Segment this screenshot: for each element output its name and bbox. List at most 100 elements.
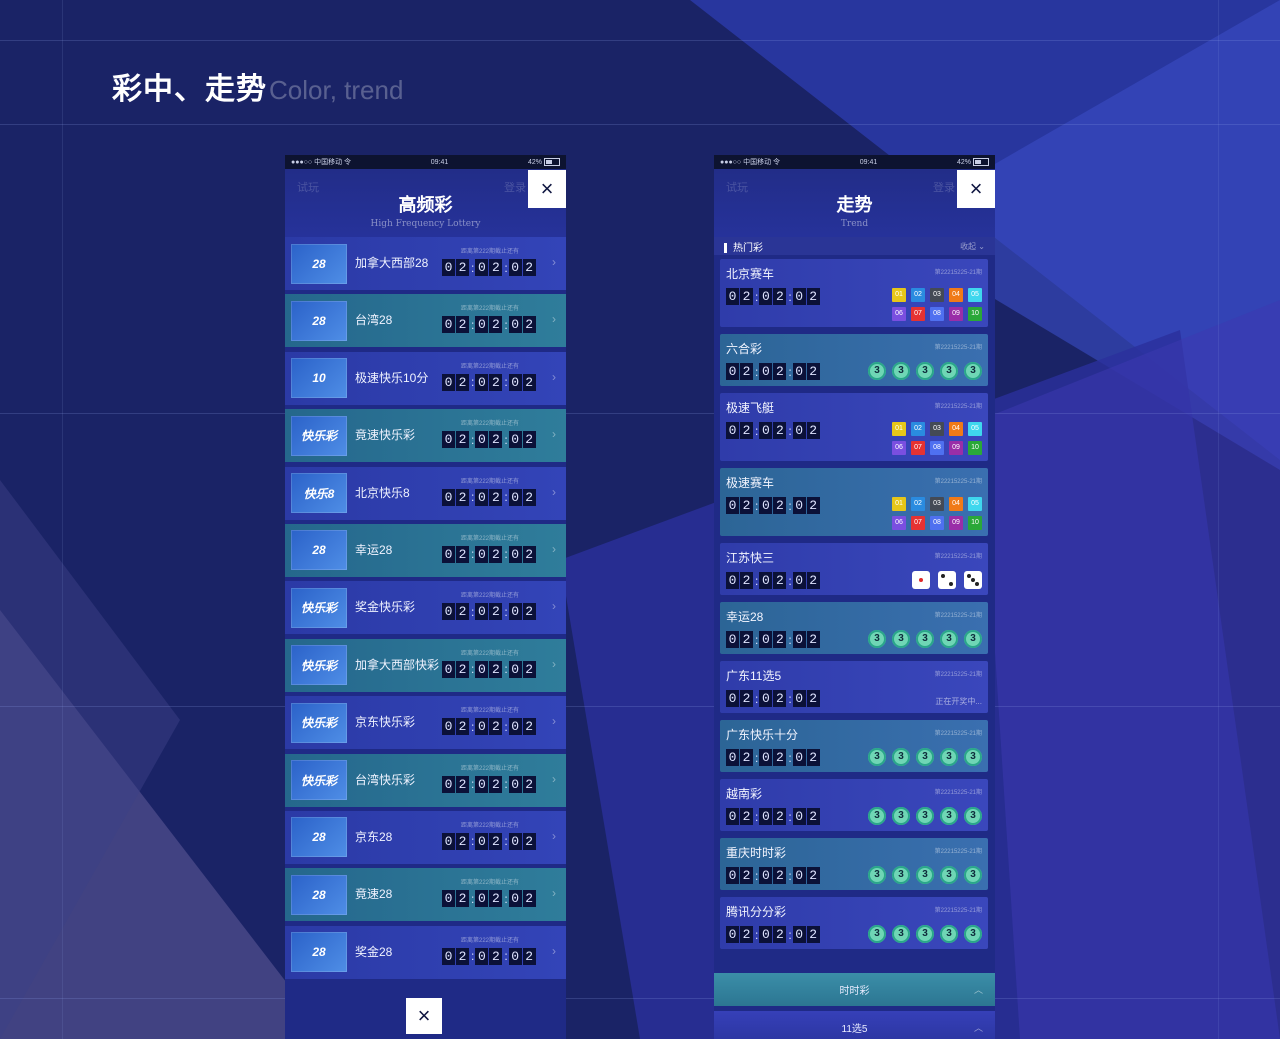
timer-colon: : xyxy=(788,750,792,765)
number-squares: 01 02 03 04 05 06 07 08 09 10 xyxy=(892,497,982,530)
trend-card[interactable]: 广东11选5 第22215225-21期 0 2:0 2:0 2 正在开奖中... xyxy=(720,661,988,713)
tab-shishicai[interactable]: 时时彩 ︿ xyxy=(714,973,995,1006)
number-balls: 33333 xyxy=(862,807,982,825)
timer-colon: : xyxy=(755,632,759,647)
timer-digit: 2 xyxy=(806,749,820,766)
collapse-toggle[interactable]: 收起 ⌄ xyxy=(960,241,985,252)
number-square: 08 xyxy=(930,441,944,455)
timer-colon: : xyxy=(504,547,508,562)
timer-digit: 2 xyxy=(740,572,753,589)
close-button-bottom[interactable]: × xyxy=(406,998,442,1034)
timer-digit: 0 xyxy=(726,288,739,305)
timer-digit: 0 xyxy=(475,259,489,276)
timer-digit: 0 xyxy=(475,373,489,391)
number-ball: 3 xyxy=(964,748,982,766)
timer-digit: 2 xyxy=(773,497,787,514)
dice-result xyxy=(904,571,982,589)
timer-digit: 2 xyxy=(456,660,469,678)
page-title-cn: 彩中、走势 xyxy=(112,73,267,106)
ghost-login-text: 登录 xyxy=(933,182,955,194)
lottery-item[interactable]: 快乐彩 竟速快乐彩 距离第222期截止还有 0 2:0 2:0 2 › xyxy=(285,409,566,463)
number-ball: 3 xyxy=(964,362,982,380)
trend-card[interactable]: 重庆时时彩 第22215225-21期 0 2:0 2:0 2 3 3 3 3 3 xyxy=(720,838,988,890)
timer-colon: : xyxy=(755,364,759,379)
lottery-item[interactable]: 快乐彩 京东快乐彩 距离第222期截止还有 0 2:0 2:0 2 › xyxy=(285,696,566,750)
lottery-item[interactable]: 28 加拿大西部28 距离第222期截止还有 0 2:0 2:0 2 › xyxy=(285,237,566,290)
lottery-item[interactable]: 28 台湾28 距离第222期截止还有 0 2:0 2:0 2 › xyxy=(285,294,566,348)
countdown-caption: 距离第222期截止还有 xyxy=(460,249,519,255)
trend-period: 第22215225-21期 xyxy=(934,613,982,619)
lottery-countdown: 距离第222期截止还有 0 2:0 2:0 2 xyxy=(442,590,538,621)
trend-card[interactable]: 极速赛车 第22215225-21期 0 2:0 2:0 2 01 02 03 04 05 06 07 0… xyxy=(720,468,988,536)
timer-digit: 0 xyxy=(792,808,806,825)
lottery-logo: 28 xyxy=(291,530,347,571)
lottery-item[interactable]: 快乐彩 加拿大西部快彩 距离第222期截止还有 0 2:0 2:0 2 › xyxy=(285,638,566,692)
timer-digit: 0 xyxy=(475,947,489,965)
lottery-item[interactable]: 快乐彩 台湾快乐彩 距离第222期截止还有 0 2:0 2:0 2 › xyxy=(285,753,566,807)
number-square: 09 xyxy=(949,441,963,455)
trend-card[interactable]: 北京赛车 第22215225-21期 0 2:0 2:0 2 01 02 03 04 05 06 07 0… xyxy=(720,259,988,327)
number-ball: 3 xyxy=(868,807,886,825)
trend-card[interactable]: 广东快乐十分 第22215225-21期 0 2:0 2:0 2 3 3 3 3 3 xyxy=(720,720,988,772)
lottery-item[interactable]: 28 奖金28 距离第222期截止还有 0 2:0 2:0 2 › xyxy=(285,925,566,979)
timer-colon: : xyxy=(471,317,475,332)
lottery-item[interactable]: 28 竟速28 距离第222期截止还有 0 2:0 2:0 2 › xyxy=(285,868,566,922)
timer-digit: 0 xyxy=(759,572,773,589)
trend-card[interactable]: 越南彩 第22215225-21期 0 2:0 2:0 2 3 3 3 3 3 xyxy=(720,779,988,831)
close-button[interactable]: × xyxy=(528,170,566,208)
timer-digit: 0 xyxy=(508,603,522,621)
timer-colon: : xyxy=(504,949,508,964)
countdown-caption: 距离第222期截止还有 xyxy=(460,363,519,370)
chevron-right-icon: › xyxy=(552,484,556,499)
timer-colon: : xyxy=(471,547,475,562)
lottery-logo: 快乐彩 xyxy=(291,645,347,686)
countdown-caption: 距离第222期截止还有 xyxy=(460,822,519,829)
trend-card[interactable]: 幸运28 第22215225-21期 0 2:0 2:0 2 3 3 3 3 3 xyxy=(720,602,988,654)
timer-digit: 2 xyxy=(773,631,787,648)
timer-digit: 0 xyxy=(726,690,739,707)
countdown-timer: 02:02:02 xyxy=(442,775,538,793)
trend-card[interactable]: 腾讯分分彩 第22215225-21期 0 2:0 2:0 2 3 3 3 3 3 xyxy=(720,897,988,949)
lottery-item[interactable]: 快乐彩 奖金快乐彩 距离第222期截止还有 0 2:0 2:0 2 › xyxy=(285,581,566,635)
timer-colon: : xyxy=(471,891,475,906)
timer-colon: : xyxy=(471,719,475,734)
lottery-name: 京东28 xyxy=(355,829,393,844)
timer-digit: 0 xyxy=(442,316,455,334)
number-square: 05 xyxy=(968,497,982,511)
tab-11x5[interactable]: 11选5 ︿ xyxy=(714,1011,995,1039)
number-square: 06 xyxy=(892,441,906,455)
number-square: 08 xyxy=(930,307,944,321)
number-square: 02 xyxy=(911,497,925,511)
lottery-item[interactable]: 10 极速快乐10分 距离第222期截止还有 0 2:0 2:0 2 › xyxy=(285,351,566,405)
ghost-login-text: 登录 xyxy=(504,182,526,194)
lottery-item[interactable]: 28 京东28 距离第222期截止还有 0 2:0 2:0 2 › xyxy=(285,810,566,864)
timer-digit: 0 xyxy=(726,631,739,648)
trend-card[interactable]: 极速飞艇 第22215225-21期 0 2:0 2:0 2 01 02 03 04 05 06 07 0… xyxy=(720,393,988,461)
lottery-item[interactable]: 28 幸运28 距离第222期截止还有 0 2:0 2:0 2 › xyxy=(285,523,566,577)
timer-colon: : xyxy=(755,691,759,706)
lottery-list: 28 加拿大西部28 距离第222期截止还有 0 2:0 2:0 2 › 28 台湾28 距离第22… xyxy=(285,237,566,983)
dice-pip xyxy=(941,574,945,578)
timer-digit: 0 xyxy=(508,947,522,965)
close-icon: × xyxy=(969,176,983,201)
timer-digit: 0 xyxy=(726,572,739,589)
timer-digit: 0 xyxy=(508,775,522,793)
number-balls: 33333 xyxy=(862,630,982,648)
timer-digit: 0 xyxy=(759,867,773,884)
timer-colon: : xyxy=(471,604,475,619)
close-button[interactable]: × xyxy=(957,170,995,208)
trend-card[interactable]: 六合彩 第22215225-21期 0 2:0 2:0 2 3 3 3 3 3 xyxy=(720,334,988,386)
timer-digit: 2 xyxy=(806,497,820,514)
number-square: 07 xyxy=(911,441,925,455)
lottery-item[interactable]: 快乐8 北京快乐8 距离第222期截止还有 0 2:0 2:0 2 › xyxy=(285,466,566,520)
timer-digit: 0 xyxy=(792,867,806,884)
chevron-right-icon: › xyxy=(552,599,556,614)
lottery-countdown: 距离第222期截止还有 0 2:0 2:0 2 xyxy=(442,246,538,276)
lottery-name: 奖金28 xyxy=(355,944,393,959)
chevron-right-icon: › xyxy=(552,771,556,786)
timer-digit: 0 xyxy=(442,890,455,908)
category-bar[interactable]: 热门彩 收起 ⌄ xyxy=(714,237,995,255)
timer-colon: : xyxy=(788,927,792,942)
trend-card[interactable]: 江苏快三 第22215225-21期 0 2:0 2:0 2 xyxy=(720,543,988,595)
lottery-name: 竟速快乐彩 xyxy=(355,428,416,443)
